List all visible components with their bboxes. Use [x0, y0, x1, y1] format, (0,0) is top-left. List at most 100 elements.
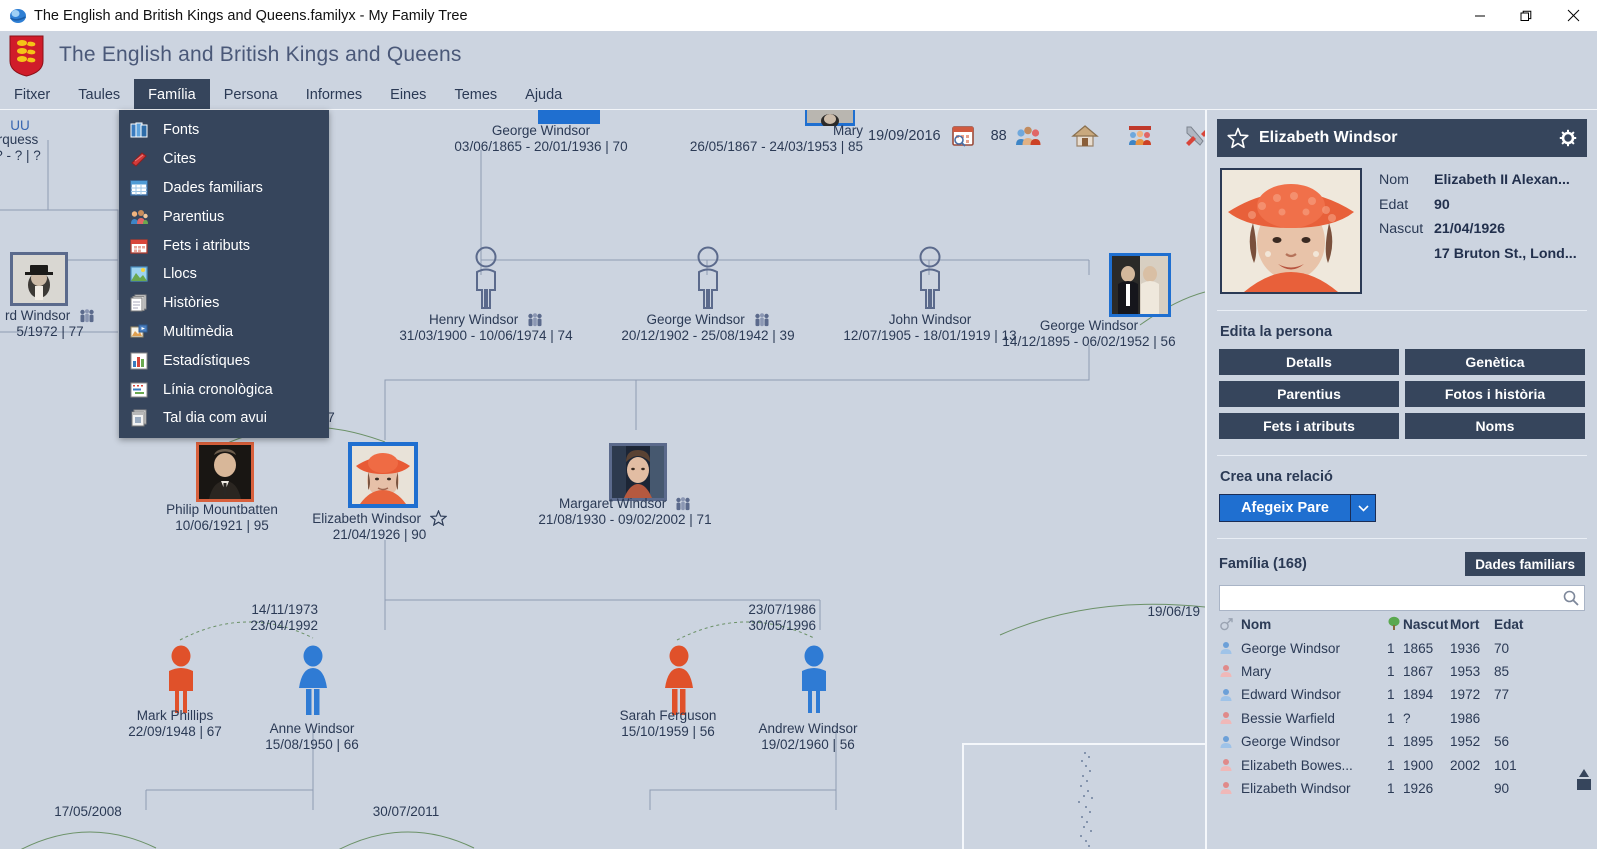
menu-item-label: Multimèdia — [163, 323, 234, 340]
table-row[interactable]: George Windsor 1 1865 1936 70 — [1219, 636, 1585, 659]
sources-books-icon — [129, 121, 148, 140]
tree-node-margaret[interactable]: Margaret Windsor 21/08/1930 - 09/02/2002… — [500, 496, 750, 528]
menu-informes[interactable]: Informes — [292, 79, 376, 110]
menu-item-cites[interactable]: Cites — [119, 145, 329, 174]
minimize-button[interactable] — [1457, 0, 1503, 31]
menu-item-estadistiques[interactable]: Estadístiques — [119, 346, 329, 375]
col-edat[interactable]: Edat — [1494, 617, 1528, 632]
menu-familia[interactable]: Família — [134, 79, 210, 110]
menu-item-histories[interactable]: Històries — [119, 289, 329, 318]
menu-eines[interactable]: Eines — [376, 79, 440, 110]
field-nascut: Nascut 21/04/1926 — [1379, 221, 1506, 237]
fets-i-atributs-button[interactable]: Fets i atributs — [1219, 413, 1399, 439]
menu-item-parentius[interactable]: Parentius — [119, 202, 329, 231]
familia-dropdown-menu[interactable]: Fonts Cites Dades familiars Parentius Fe… — [119, 110, 329, 438]
star-icon[interactable] — [429, 510, 447, 526]
chevron-down-icon[interactable] — [1351, 494, 1376, 522]
menu-item-label: Línia cronològica — [163, 381, 273, 398]
places-photo-icon — [129, 265, 148, 284]
table-row[interactable]: George Windsor 1 1895 1952 56 — [1219, 730, 1585, 753]
group-people-icon[interactable] — [1015, 125, 1041, 147]
family-group-toolbar-icon[interactable] — [1127, 124, 1153, 148]
detalls-button[interactable]: Detalls — [1219, 349, 1399, 375]
table-row[interactable]: Elizabeth Bowes... 1 1900 2002 101 — [1219, 753, 1585, 776]
minimize-icon — [1475, 15, 1485, 16]
menu-item-label: Parentius — [163, 208, 225, 225]
star-icon[interactable] — [1227, 127, 1249, 149]
tree-node-marquess[interactable]: rquess ? - ? | ? — [0, 132, 78, 164]
search-icon[interactable] — [1562, 589, 1580, 607]
maximize-button[interactable] — [1503, 0, 1549, 31]
scroll-up-arrow[interactable] — [1577, 767, 1591, 779]
table-row[interactable]: Edward Windsor 1 1894 1972 77 — [1219, 683, 1585, 706]
tree-node-edward-windsor[interactable] — [10, 252, 68, 306]
tools-icon[interactable] — [1183, 124, 1205, 148]
philip-photo[interactable] — [196, 442, 254, 502]
scrollbar-thumb[interactable] — [1577, 779, 1591, 790]
toolbar-date: 19/09/2016 — [868, 128, 941, 144]
close-button[interactable] — [1549, 0, 1597, 31]
tree-node-elizabeth[interactable]: Elizabeth Windsor 21/04/1926 | 90 — [272, 510, 487, 543]
window-controls — [1457, 0, 1597, 31]
create-relation-title: Crea una relació — [1220, 469, 1333, 485]
female-icon — [1219, 711, 1241, 725]
afegeix-pare-button[interactable]: Afegeix Pare — [1219, 494, 1351, 522]
table-row[interactable]: Elizabeth Windsor 1 1926 90 — [1219, 777, 1585, 800]
home-icon[interactable] — [1071, 124, 1099, 148]
tree-node-george-1865[interactable]: George Windsor 03/06/1865 - 20/01/1936 |… — [451, 123, 631, 155]
noms-button[interactable]: Noms — [1405, 413, 1585, 439]
minimap-canvas[interactable] — [964, 745, 1205, 849]
tree-node-george-1895[interactable]: George Windsor 14/12/1895 - 06/02/1952 |… — [984, 318, 1194, 350]
menu-taules[interactable]: Taules — [64, 79, 134, 110]
male-icon — [1219, 641, 1241, 655]
gender-icon — [1219, 617, 1241, 632]
parentius-button[interactable]: Parentius — [1219, 381, 1399, 407]
table-row[interactable]: Bessie Warfield 1 ? 1986 — [1219, 707, 1585, 730]
andrew-windsor-figure[interactable] — [793, 645, 835, 718]
george-1865-photo-top-edge[interactable] — [538, 110, 600, 124]
tree-minimap[interactable] — [962, 743, 1205, 849]
elizabeth-windsor-portrait[interactable] — [1220, 168, 1362, 294]
col-mort[interactable]: Mort — [1450, 617, 1494, 632]
col-nom[interactable]: Nom — [1241, 617, 1387, 632]
margaret-photo[interactable] — [609, 443, 667, 501]
family-search-box[interactable] — [1219, 585, 1585, 611]
gear-icon[interactable] — [1559, 129, 1577, 147]
menu-item-linia-cronologica[interactable]: Línia cronològica — [119, 375, 329, 404]
menu-item-label: Històries — [163, 295, 220, 312]
table-row[interactable]: Mary 1 1867 1953 85 — [1219, 660, 1585, 683]
calendar-search-icon[interactable] — [951, 125, 975, 147]
family-group-icon — [528, 313, 542, 327]
menu-item-llocs[interactable]: Llocs — [119, 260, 329, 289]
dades-familiars-button[interactable]: Dades familiars — [1465, 552, 1585, 576]
fotos-i-historia-button[interactable]: Fotos i història — [1405, 381, 1585, 407]
henry-windsor-figure[interactable] — [468, 245, 504, 315]
col-nascut[interactable]: Nascut — [1403, 617, 1450, 632]
george-1902-figure[interactable] — [690, 245, 726, 315]
menu-item-fets-i-atributs[interactable]: Fets i atributs — [119, 231, 329, 260]
menu-item-dades-familiars[interactable]: Dades familiars — [119, 174, 329, 203]
genetica-button[interactable]: Genètica — [1405, 349, 1585, 375]
menu-ajuda[interactable]: Ajuda — [511, 79, 576, 110]
male-figure-icon — [802, 645, 826, 713]
elizabeth-windsor-photo — [348, 442, 418, 508]
relationships-people-icon — [129, 207, 148, 226]
tree-node-anne[interactable]: Anne Windsor 15/08/1950 | 66 — [232, 721, 392, 753]
philip-mountbatten-photo — [196, 442, 254, 502]
elizabeth-photo[interactable] — [348, 442, 418, 508]
marriage-label-bottom-mid: 30/07/2011 — [372, 804, 440, 819]
tree-node-mary-1867[interactable]: Mary 26/05/1867 - 24/03/1953 | 85 — [668, 123, 863, 155]
menu-persona[interactable]: Persona — [210, 79, 292, 110]
anne-windsor-figure[interactable] — [289, 645, 337, 720]
john-windsor-figure[interactable] — [912, 245, 948, 315]
tree-node-andrew[interactable]: Andrew Windsor 19/02/1960 | 56 — [728, 721, 888, 753]
menu-item-tal-dia-com-avui[interactable]: Tal dia com avui — [119, 404, 329, 433]
menu-item-label: Estadístiques — [163, 352, 251, 369]
search-input[interactable] — [1220, 589, 1562, 607]
menu-item-fonts[interactable]: Fonts — [119, 116, 329, 145]
george-1895-photo[interactable] — [1109, 253, 1171, 317]
menu-item-multimedia[interactable]: Multimèdia — [119, 318, 329, 347]
family-list-scrollbar[interactable] — [1577, 767, 1591, 849]
menu-temes[interactable]: Temes — [440, 79, 511, 110]
menu-fitxer[interactable]: Fitxer — [0, 79, 64, 110]
